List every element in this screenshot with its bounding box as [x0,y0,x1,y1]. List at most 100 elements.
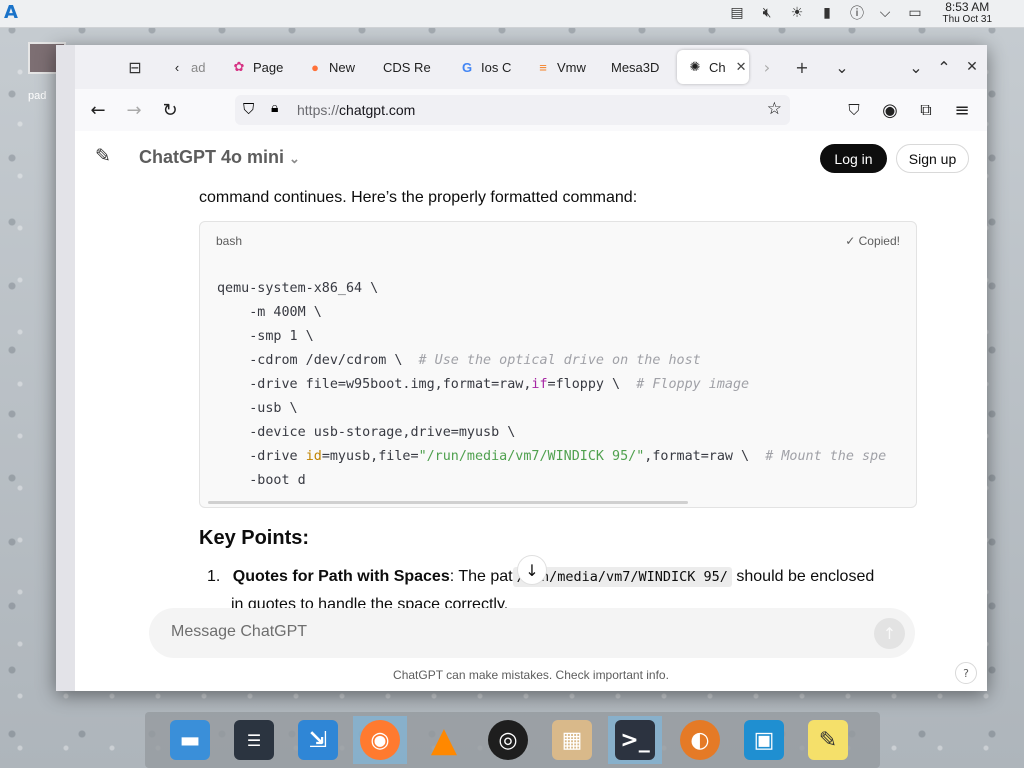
send-button[interactable]: ↑ [874,618,905,649]
close-window-icon[interactable]: ✕ [960,55,984,79]
tab-scroll-right-icon[interactable]: › [755,55,779,79]
text-editor-icon: ✎ [808,720,848,760]
tab-label: CDS Re [383,59,431,75]
dock-archive[interactable]: ▦ [545,716,599,764]
login-button[interactable]: Log in [820,144,887,173]
new-tab-icon[interactable]: + [790,55,814,79]
code-string: "/run/media/vm7/WINDICK 95/" [418,449,645,464]
tab-1[interactable]: ‹ ad [169,50,209,84]
tab-3[interactable]: ● New [307,50,363,84]
scroll-down-button[interactable]: ↓ [517,555,547,585]
dock-file-manager[interactable]: ▬ [163,716,217,764]
help-circle-icon[interactable]: ⓘ [848,3,866,23]
url-bar[interactable]: ⛉ 🔒︎ https://chatgpt.com ☆ [235,95,790,125]
tab-label: Ch [709,59,726,75]
dock-obs[interactable]: ◎ [481,716,535,764]
desktop-icon-label: pad [28,90,47,102]
top-panel: A ▤ 🔇︎ ☀ ▮ ⓘ ⌵ ▭ 8:53 AM Thu Oct 31 [0,0,1024,28]
list-item-title: Quotes for Path with Spaces [232,568,450,585]
tab-4[interactable]: CDS Re [383,50,435,84]
list-item-continuation: in quotes to handle the space correctly. [231,596,509,608]
account-icon[interactable]: ◉ [877,97,903,123]
clock-time: 8:53 AM [945,0,990,14]
clipboard-icon[interactable]: ▤ [728,3,746,23]
clock[interactable]: 8:53 AM Thu Oct 31 [942,0,992,26]
obs-icon: ◎ [488,720,528,760]
virtualbox-icon: ▣ [744,720,784,760]
tab-6[interactable]: ≡ Vmw [535,50,591,84]
list-item-text: : The pat [449,568,513,585]
code-keyword: if [531,377,548,392]
window-icon[interactable]: ▭ [906,3,924,23]
pagerduty-icon: ✿ [233,59,245,74]
nav-bar: ← → ↻ ⛉ 🔒︎ https://chatgpt.com ☆ ⛉ ◉ ⧉ ≡ [75,89,987,132]
chevron-down-icon[interactable]: ⌵ [876,3,894,23]
firefox-icon: ● [311,59,319,75]
dock-app-store[interactable]: ⇲ [291,716,345,764]
dock-terminal[interactable]: >_ [608,716,662,764]
chatgpt-icon: ✺ [689,59,701,74]
brightness-icon[interactable]: ☀ [788,3,806,23]
tab-label: Mesa3D [611,59,660,75]
close-tab-icon[interactable]: ✕ [736,59,747,75]
minimize-chevron-icon[interactable]: ⌄ [904,55,928,79]
message-input[interactable] [169,622,863,642]
reload-icon[interactable]: ↻ [157,97,183,123]
shield-icon[interactable]: ⛉ [243,100,254,118]
vlc-cone-icon: ▲ [430,720,458,760]
tab-label: ad [191,59,206,75]
dock: ▬ ☰ ⇲ ◉ ▲ ◎ ▦ >_ ◐ ▣ ✎ [145,712,880,768]
bookmark-star-icon[interactable]: ☆ [767,99,782,119]
usb-drive-icon[interactable]: ▮ [818,3,836,23]
back-icon[interactable]: ← [85,97,111,123]
model-title: ChatGPT 4o mini [139,147,285,167]
maximize-chevron-icon[interactable]: ⌃ [932,55,956,79]
tab-5[interactable]: G Ios C [459,50,515,84]
tab-overview-icon[interactable]: ⊟ [123,55,147,79]
tab-2[interactable]: ✿ Page [231,50,287,84]
store-bag-icon: ⇲ [298,720,338,760]
tab-label: Page [253,59,284,75]
menu-icon[interactable]: ≡ [949,97,975,123]
copied-label: Copied! [858,234,900,248]
new-chat-icon[interactable]: ✎ [95,145,111,167]
clock-date: Thu Oct 31 [942,14,992,25]
speaker-muted-icon[interactable]: 🔇︎ [758,3,776,23]
forward-icon[interactable]: → [121,97,147,123]
arrow-down-icon: ↓ [525,560,539,580]
url-protocol: https:// [297,102,340,118]
dock-firefox[interactable]: ◉ [353,716,407,764]
tab-chatgpt-active[interactable]: ✺ Ch ✕ [677,50,749,84]
url-text[interactable]: https://chatgpt.com [297,102,415,118]
code-line: -usb \ [217,401,298,416]
model-selector[interactable]: ChatGPT 4o mini ⌄ [139,147,300,168]
extensions-icon[interactable]: ⧉ [913,97,939,123]
help-button[interactable]: ? [955,662,977,684]
google-icon: G [461,59,473,75]
dock-vlc[interactable]: ▲ [417,716,471,764]
tab-list-chevron-icon[interactable]: ⌄ [830,55,854,79]
code-line: -m 400M \ [217,305,322,320]
tab-bar: ⊟ ‹ ad ✿ Page ● New CDS Re G Ios C ≡ Vmw… [75,45,987,89]
check-icon: ✓ [845,234,859,248]
stackoverflow-icon: ≡ [539,59,547,75]
dock-virtualbox[interactable]: ▣ [737,716,791,764]
tab-7[interactable]: Mesa3D [611,50,663,84]
sidebar-strip [56,45,76,691]
code-comment: # Use the optical drive on the host [418,353,701,368]
code-line: qemu-system-x86_64 \ [217,281,379,296]
dock-pidgin[interactable]: ◐ [673,716,727,764]
distro-logo-icon[interactable]: A [4,4,22,22]
code-comment: # Floppy image [636,377,750,392]
signup-button[interactable]: Sign up [896,144,969,173]
code-horizontal-scrollbar[interactable] [208,501,688,504]
dock-text-editor[interactable]: ✎ [801,716,855,764]
message-composer[interactable]: ↑ [149,608,915,658]
pocket-icon[interactable]: ⛉ [841,97,867,123]
copy-code-button[interactable]: ✓ Copied! [845,234,900,248]
code-line: ,format=raw \ [644,449,766,464]
archive-box-icon: ▦ [552,720,592,760]
dock-settings[interactable]: ☰ [227,716,281,764]
list-number: 1. [207,568,221,585]
lock-icon[interactable]: 🔒︎ [271,100,278,116]
